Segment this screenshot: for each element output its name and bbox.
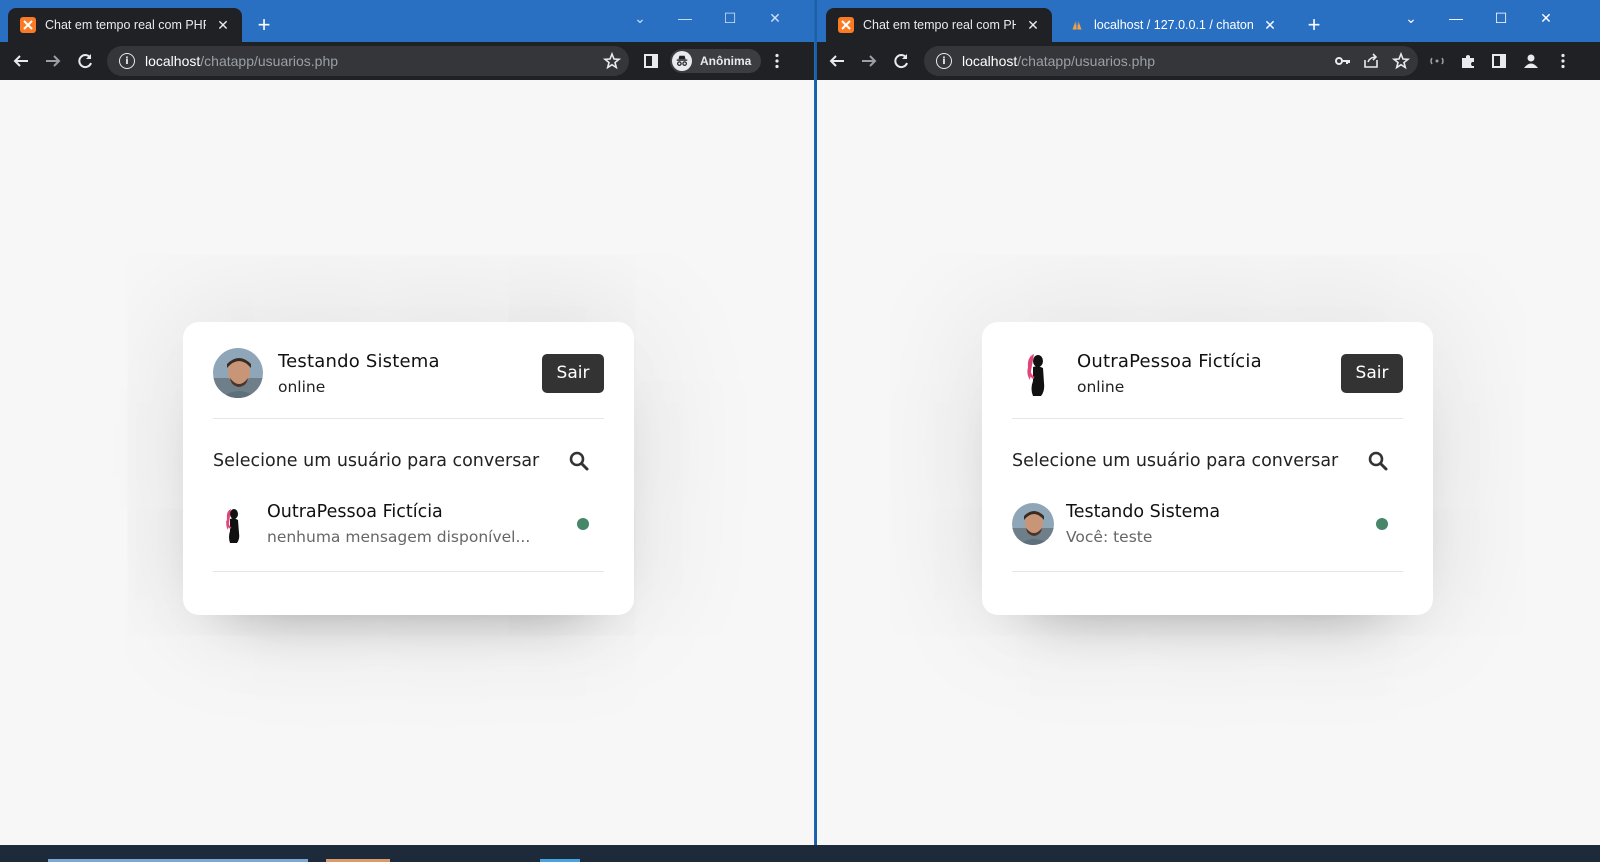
close-tab-icon[interactable]: ✕	[1261, 16, 1279, 34]
extensions-puzzle-icon[interactable]	[1452, 45, 1484, 77]
back-arrow-icon[interactable]	[5, 45, 37, 77]
user-avatar	[1012, 503, 1054, 545]
minimize-button[interactable]: —	[662, 6, 708, 30]
user-last-message: Você: teste	[1066, 528, 1153, 546]
reload-icon[interactable]	[885, 45, 917, 77]
site-info-icon[interactable]: i	[119, 53, 135, 69]
password-key-icon[interactable]	[1334, 52, 1352, 70]
menu-kebab-icon[interactable]	[761, 45, 793, 77]
current-user-name: Testando Sistema	[278, 350, 440, 372]
user-name: OutraPessoa Fictícia	[267, 502, 443, 522]
browser-window-left: Chat em tempo real com PHP, M ✕ + ⌄ — ☐ …	[0, 0, 814, 862]
current-user-status: online	[1077, 377, 1125, 396]
card-header: OutraPessoa Fictícia online Sair	[1012, 348, 1403, 398]
user-list-item[interactable]: Testando Sistema Você: teste	[1012, 501, 1403, 547]
taskbar	[0, 845, 1600, 862]
extension-icon[interactable]	[1421, 45, 1453, 77]
users-card: Testando Sistema online Sair Selecione u…	[183, 322, 634, 615]
search-label: Selecione um usuário para conversar	[1012, 451, 1339, 471]
close-window-button[interactable]: ✕	[752, 6, 798, 30]
new-tab-button[interactable]: +	[252, 12, 276, 37]
card-header: Testando Sistema online Sair	[213, 348, 604, 398]
incognito-profile-button[interactable]: Anônima	[670, 49, 762, 73]
share-icon[interactable]	[1362, 52, 1380, 70]
current-user-avatar	[213, 348, 263, 398]
maximize-button[interactable]: ☐	[707, 6, 753, 30]
user-list-item[interactable]: OutraPessoa Fictícia nenhuma mensagem di…	[213, 501, 604, 547]
bookmark-star-icon[interactable]	[602, 51, 622, 70]
users-card: OutraPessoa Fictícia online Sair Selecio…	[982, 322, 1433, 615]
tab-strip: Chat em tempo real com PHP, M ✕ + ⌄ — ☐ …	[0, 0, 814, 42]
search-label: Selecione um usuário para conversar	[213, 451, 540, 471]
minimize-button[interactable]: —	[1433, 6, 1479, 30]
tab-search-icon[interactable]: ⌄	[617, 6, 663, 30]
side-panel-icon[interactable]	[635, 45, 667, 77]
tab-chat[interactable]: Chat em tempo real com PHP, M ✕	[826, 8, 1052, 42]
xampp-icon	[20, 17, 36, 33]
search-bar: Selecione um usuário para conversar	[213, 449, 604, 473]
profile-icon[interactable]	[1515, 45, 1547, 77]
url-path: /chatapp/usuarios.php	[200, 53, 339, 69]
browser-toolbar: i localhost/chatapp/usuarios.php	[817, 42, 1600, 80]
user-name: Testando Sistema	[1066, 502, 1221, 522]
page-content: Testando Sistema online Sair Selecione u…	[0, 80, 814, 862]
bookmark-star-icon[interactable]	[1391, 51, 1411, 70]
new-tab-button[interactable]: +	[1302, 12, 1326, 37]
browser-window-right: Chat em tempo real com PHP, M ✕ localhos…	[815, 0, 1600, 862]
tab-phpmyadmin[interactable]: localhost / 127.0.0.1 / chatonline ✕	[1057, 8, 1289, 42]
list-divider	[1012, 571, 1403, 572]
menu-kebab-icon[interactable]	[1547, 45, 1579, 77]
browser-toolbar: i localhost/chatapp/usuarios.php Anônima	[0, 42, 814, 80]
tab-search-icon[interactable]: ⌄	[1388, 6, 1434, 30]
maximize-button[interactable]: ☐	[1478, 6, 1524, 30]
current-user-name: OutraPessoa Fictícia	[1077, 350, 1262, 372]
user-avatar	[213, 503, 255, 545]
desktop: Chat em tempo real com PHP, M ✕ + ⌄ — ☐ …	[0, 0, 1600, 862]
list-divider	[213, 571, 604, 572]
current-user-avatar	[1012, 348, 1062, 398]
header-divider	[213, 418, 604, 419]
address-bar[interactable]: i localhost/chatapp/usuarios.php	[924, 46, 1418, 76]
phpmyadmin-icon	[1069, 17, 1085, 33]
page-content: OutraPessoa Fictícia online Sair Selecio…	[817, 80, 1600, 862]
site-info-icon[interactable]: i	[936, 53, 952, 69]
forward-arrow-icon[interactable]	[37, 45, 69, 77]
search-icon[interactable]	[1367, 450, 1389, 472]
back-arrow-icon[interactable]	[821, 45, 853, 77]
logout-button[interactable]: Sair	[542, 353, 604, 393]
close-tab-icon[interactable]: ✕	[214, 16, 232, 34]
address-bar[interactable]: i localhost/chatapp/usuarios.php	[107, 46, 629, 76]
online-status-dot	[577, 518, 589, 530]
reload-icon[interactable]	[69, 45, 101, 77]
online-status-dot	[1376, 518, 1388, 530]
forward-arrow-icon[interactable]	[853, 45, 885, 77]
tab-title: localhost / 127.0.0.1 / chatonline	[1094, 18, 1253, 32]
url-path: /chatapp/usuarios.php	[1017, 53, 1156, 69]
user-last-message: nenhuma mensagem disponível...	[267, 528, 531, 546]
search-icon[interactable]	[568, 450, 590, 472]
url-host: localhost	[962, 53, 1018, 69]
xampp-icon	[838, 17, 854, 33]
url-host: localhost	[145, 53, 201, 69]
header-divider	[1012, 418, 1403, 419]
close-window-button[interactable]: ✕	[1523, 6, 1569, 30]
profile-label: Anônima	[700, 54, 752, 68]
side-panel-icon[interactable]	[1483, 45, 1515, 77]
close-tab-icon[interactable]: ✕	[1024, 16, 1042, 34]
tab-title: Chat em tempo real com PHP, M	[45, 18, 206, 32]
tab-strip: Chat em tempo real com PHP, M ✕ localhos…	[817, 0, 1600, 42]
incognito-icon	[672, 51, 692, 71]
tab-title: Chat em tempo real com PHP, M	[863, 18, 1016, 32]
tab-chat[interactable]: Chat em tempo real com PHP, M ✕	[8, 8, 242, 42]
logout-button[interactable]: Sair	[1341, 353, 1403, 393]
search-bar: Selecione um usuário para conversar	[1012, 449, 1403, 473]
current-user-status: online	[278, 377, 326, 396]
